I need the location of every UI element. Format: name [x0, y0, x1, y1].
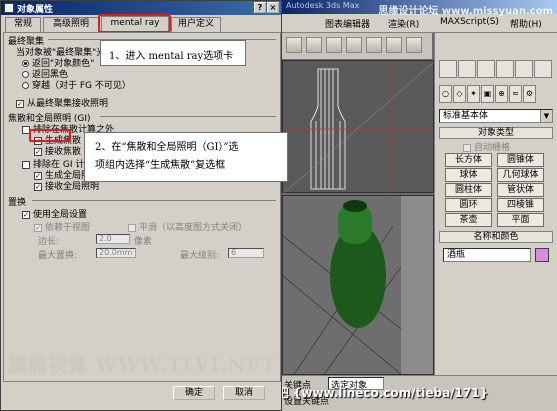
menu-maxscript[interactable]: MAXScript(S) [440, 17, 499, 27]
callout-step-2: 2、在“焦散和全局照明（GI）”选 项组内选择“生成焦散”复选框 [84, 132, 288, 182]
utilities-tab-icon[interactable] [534, 60, 552, 78]
edge-length-spinner[interactable]: 2.0 [96, 234, 130, 244]
create-category-icons: ○ ◇ ✦ ▣ ⊕ ≈ ⚙ [439, 85, 553, 105]
cancel-button[interactable]: 取消 [223, 386, 265, 400]
pixels-label: 像素 [134, 237, 153, 247]
tube-button[interactable]: 管状体 [497, 183, 544, 197]
helpers-icon[interactable]: ⊕ [495, 85, 508, 103]
toolbar-button[interactable] [406, 37, 422, 53]
chevron-down-icon: ▼ [540, 110, 552, 122]
plane-button[interactable]: 平面 [497, 213, 544, 227]
edge-length-label: 边长: [38, 237, 60, 247]
ok-button[interactable]: 确定 [173, 386, 215, 400]
systems-icon[interactable]: ⚙ [523, 85, 536, 103]
toolbar-button[interactable] [346, 37, 362, 53]
view-dependent-checkbox[interactable]: ✓ 依赖于视图 [34, 220, 90, 233]
close-icon[interactable]: × [267, 2, 279, 13]
viewport-perspective[interactable] [282, 195, 434, 375]
name-color-rollout[interactable]: 名称和颜色 [439, 231, 553, 243]
torus-button[interactable]: 圆环 [445, 198, 492, 212]
pyramid-button[interactable]: 四棱锥 [497, 198, 544, 212]
max-displace-spinner[interactable]: 20.0mm [96, 248, 136, 258]
max-level-label: 最大级别: [180, 251, 220, 261]
max-displace-label: 最大置换: [38, 251, 78, 261]
cylinder-button[interactable]: 圆柱体 [445, 183, 492, 197]
toolbar-button[interactable] [326, 37, 342, 53]
toolbar-button[interactable] [306, 37, 322, 53]
command-panel: ○ ◇ ✦ ▣ ⊕ ≈ ⚙ 标准基本体 ▼ 对象类型 自动栅格 长方体 圆锥体 … [434, 33, 557, 375]
toolbar-button[interactable] [286, 37, 302, 53]
tab-advanced-lighting[interactable]: 高级照明 [43, 17, 99, 32]
motion-tab-icon[interactable] [496, 60, 514, 78]
fg-receive-checkbox[interactable]: ✓ 从最终聚集接收照明 [16, 96, 108, 109]
checkbox-highlight-box [29, 129, 71, 142]
geometry-icon[interactable]: ○ [439, 85, 452, 103]
max-titlebar: Autodesk 3ds Max 思缘设计论坛 www.missyuan.com [280, 0, 557, 17]
main-toolbar [280, 33, 432, 59]
max-menubar: Autodesk 3ds Max 思缘设计论坛 www.missyuan.com… [280, 0, 557, 33]
teapot-button[interactable]: 茶壶 [445, 213, 492, 227]
object-type-rollout[interactable]: 对象类型 [439, 127, 553, 139]
lights-icon[interactable]: ✦ [467, 85, 480, 103]
geosphere-button[interactable]: 几何球体 [497, 168, 544, 182]
box-button[interactable]: 长方体 [445, 153, 492, 167]
create-tab-icon[interactable] [439, 60, 457, 78]
toolbar-button[interactable] [366, 37, 382, 53]
callout-step-1: 1、进入 mental ray选项卡 [100, 40, 246, 66]
menu-help[interactable]: 帮助(H) [510, 17, 542, 30]
cameras-icon[interactable]: ▣ [481, 85, 494, 103]
cone-button[interactable]: 圆锥体 [497, 153, 544, 167]
menu-rendering[interactable]: 渲染(R) [388, 17, 419, 30]
group-divider [32, 200, 276, 201]
shapes-icon[interactable]: ◇ [453, 85, 466, 103]
menu-graph-editors[interactable]: 图表编辑器 [325, 17, 370, 30]
bottle-render [283, 196, 433, 374]
viewport-front[interactable] [282, 60, 436, 195]
tab-highlight-box [98, 14, 171, 33]
smoothing-checkbox[interactable]: 平滑（以高度图方式关闭） [128, 220, 247, 233]
tlvi-watermark: 騰龍視覺 WWW.TLVI.NET [8, 354, 277, 376]
dialog-title: 对象属性 [17, 5, 54, 15]
receive-caustics-checkbox[interactable]: ✓ 接收焦散 [34, 144, 81, 157]
sphere-button[interactable]: 球体 [445, 168, 492, 182]
object-color-swatch[interactable] [535, 248, 549, 262]
category-dropdown[interactable]: 标准基本体 ▼ [439, 109, 553, 123]
tab-user-defined[interactable]: 用户定义 [171, 17, 221, 32]
tab-general[interactable]: 常规 [5, 17, 41, 32]
category-dropdown-value: 标准基本体 [443, 111, 489, 121]
bottle-wireframe [282, 60, 436, 195]
hierarchy-tab-icon[interactable] [477, 60, 495, 78]
group-divider [100, 116, 276, 117]
object-name-field[interactable]: 酒瓶 [443, 248, 531, 262]
spacewarps-icon[interactable]: ≈ [509, 85, 522, 103]
callout-step-1-text: 1、进入 mental ray选项卡 [109, 51, 234, 62]
auto-grid-checkbox[interactable]: 自动栅格 [463, 140, 510, 153]
modify-tab-icon[interactable] [458, 60, 476, 78]
max-title-text: Autodesk 3ds Max [286, 1, 360, 10]
mental-ray-panel: 最终聚集 当对象被"最终聚集"光线击中时 返回"对象颜色" 返回黑色 穿越（对于… [3, 32, 281, 382]
toolbar-button[interactable] [386, 37, 402, 53]
app-icon [4, 3, 14, 13]
display-tab-icon[interactable] [515, 60, 533, 78]
command-panel-tabs [439, 60, 553, 78]
max-level-spinner[interactable]: 6 [228, 248, 264, 258]
site-watermark: 思缘设计论坛 www.missyuan.com [378, 6, 553, 17]
help-icon[interactable]: ? [254, 2, 266, 13]
callout-step-2-line-1: 2、在“焦散和全局照明（GI）”选 [95, 142, 239, 153]
use-global-settings-checkbox[interactable]: ✓ 使用全局设置 [22, 207, 87, 220]
fg-pass-through-radio[interactable]: 穿越（对于 FG 不可见） [22, 78, 131, 91]
dialog-titlebar: 对象属性 ? × [1, 1, 281, 15]
callout-step-2-line-2: 项组内选择“生成焦散”复选框 [95, 160, 226, 171]
